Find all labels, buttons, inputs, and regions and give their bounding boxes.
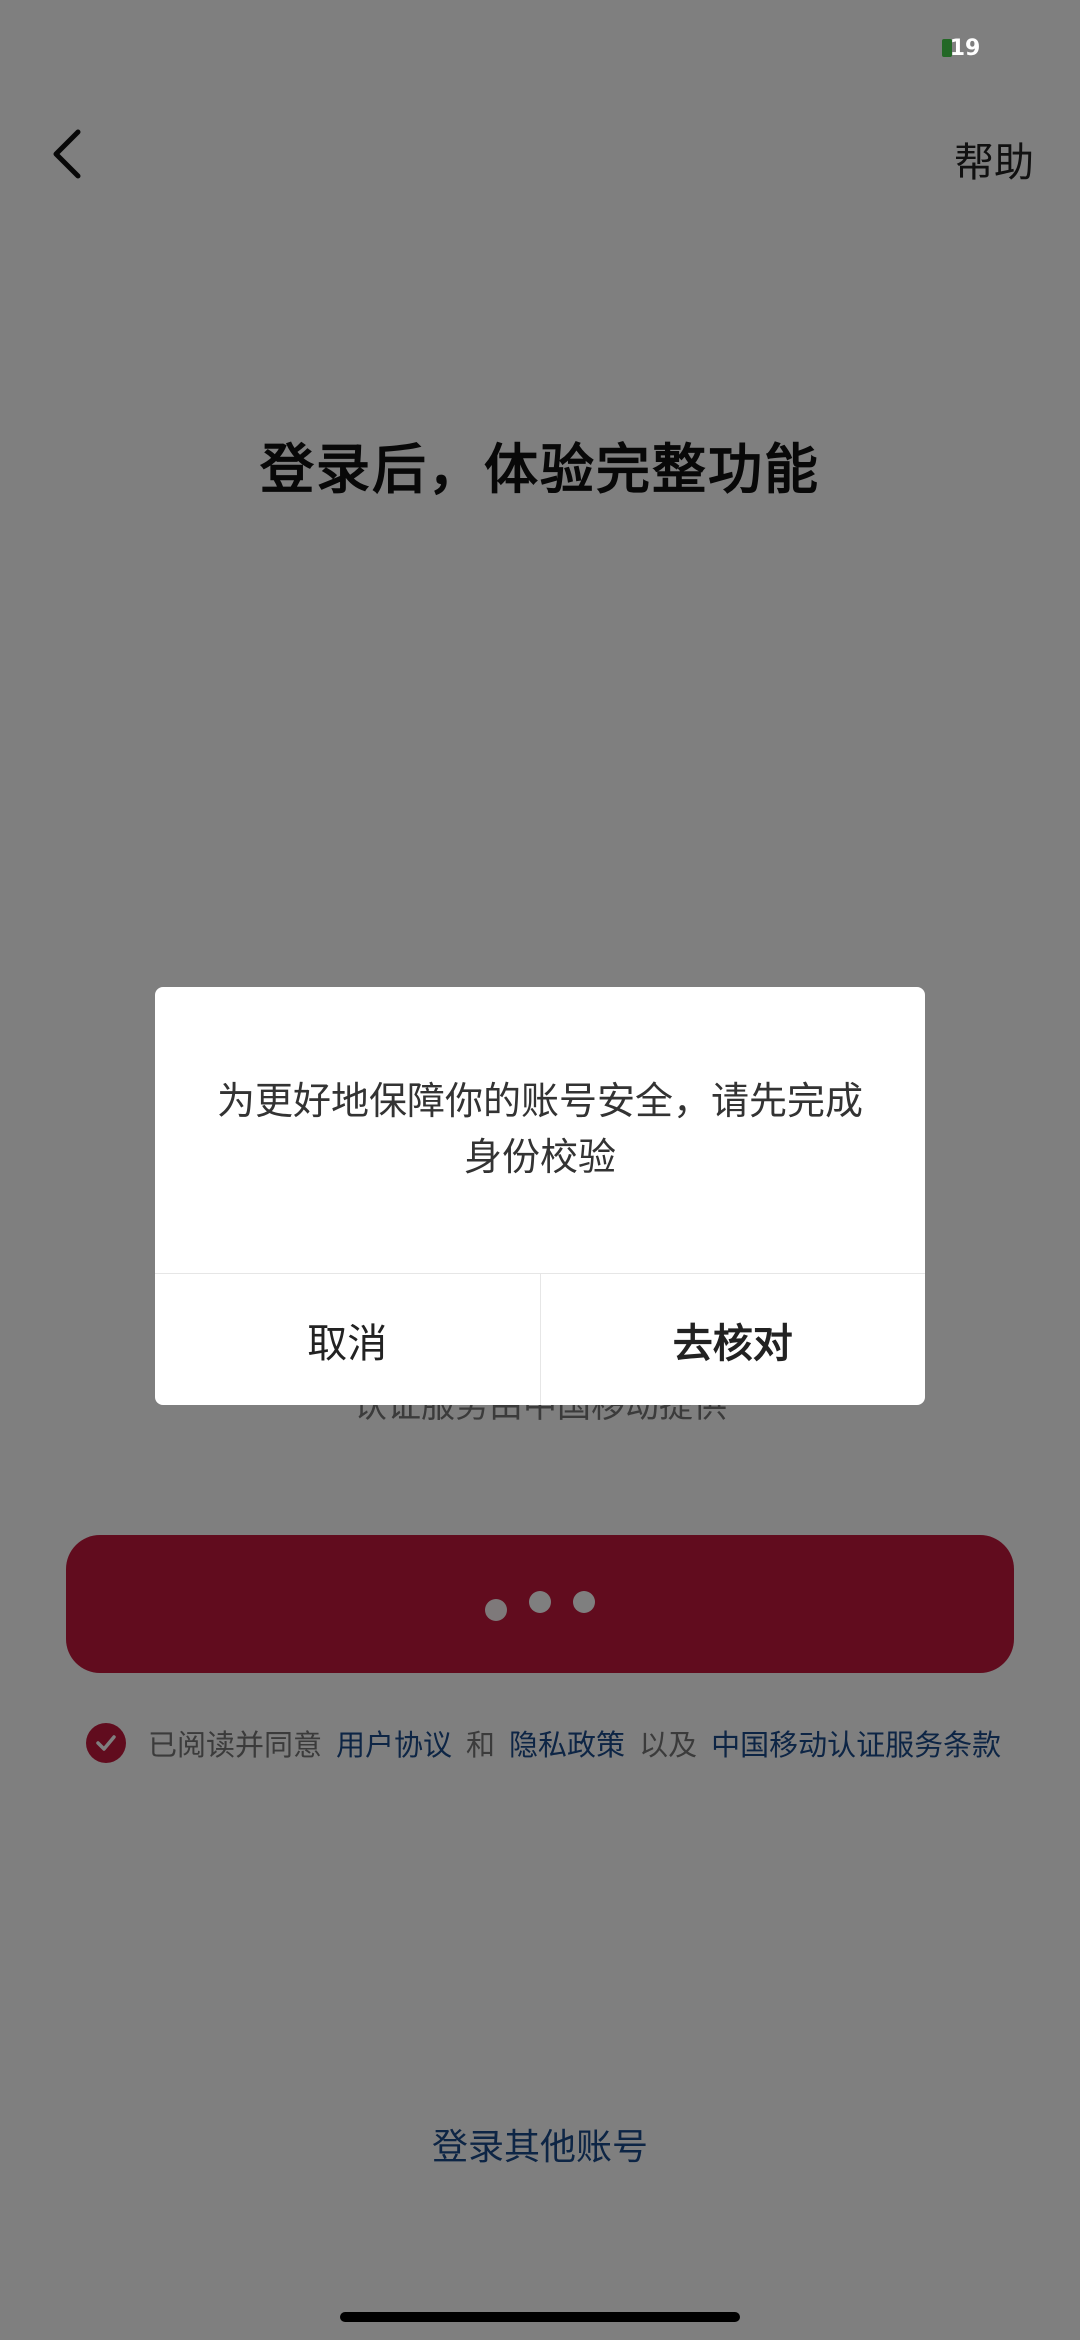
verify-button[interactable]: 去核对: [539, 1274, 926, 1405]
dialog-message: 为更好地保障你的账号安全，请先完成身份校验: [216, 1079, 863, 1179]
verification-dialog: 为更好地保障你的账号安全，请先完成身份校验 取消 去核对: [155, 987, 925, 1405]
battery-level: 19: [949, 35, 981, 61]
cancel-button[interactable]: 取消: [155, 1274, 540, 1405]
dialog-actions: 取消 去核对: [155, 1273, 925, 1405]
